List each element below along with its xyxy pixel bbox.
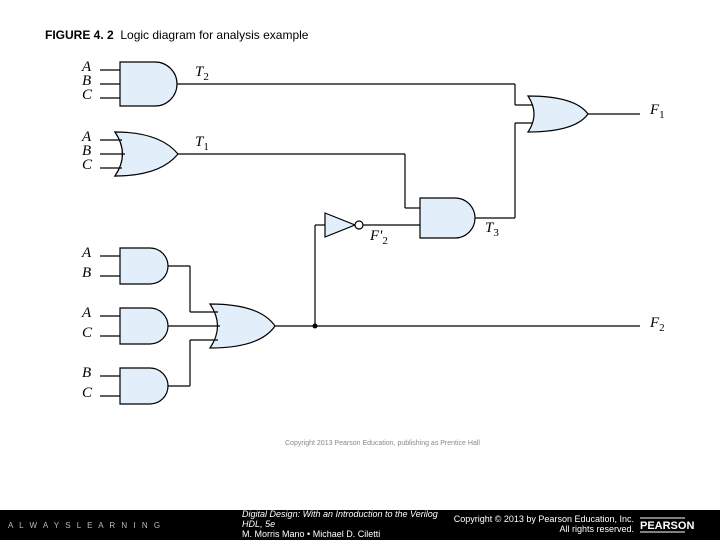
figure-number: FIGURE 4. 2 (45, 28, 114, 42)
figure-caption: FIGURE 4. 2 Logic diagram for analysis e… (45, 28, 308, 42)
page: FIGURE 4. 2 Logic diagram for analysis e… (0, 0, 720, 540)
gate-or3-f2 (168, 266, 275, 386)
label-g1-in-c: C (82, 87, 92, 104)
logic-diagram: A B C A B C A B A C B C T2 T1 F'2 T3 F1 … (60, 50, 680, 460)
gate-and2-bc (100, 368, 168, 404)
gate-and2-ab (100, 248, 168, 284)
footer-book: Digital Design: With an Introduction to … (162, 510, 454, 540)
junction-dot (313, 324, 318, 329)
gate-not-f2p (315, 213, 363, 237)
label-g3-in-a: A (82, 245, 91, 262)
label-f2p: F'2 (370, 228, 388, 247)
gate-and2-ac (100, 308, 168, 344)
footer: A L W A Y S L E A R N I N G Digital Desi… (0, 510, 720, 540)
copyright-line1: Copyright © 2013 by Pearson Education, I… (454, 514, 634, 524)
label-t3: T3 (485, 220, 499, 239)
label-t1: T1 (195, 134, 209, 153)
label-g5-in-b: B (82, 365, 91, 382)
copyright-line2: All rights reserved. (559, 524, 634, 534)
always-learning: A L W A Y S L E A R N I N G (8, 521, 162, 530)
footer-copyright: Copyright © 2013 by Pearson Education, I… (454, 515, 640, 535)
inline-copyright: Copyright 2013 Pearson Education, publis… (285, 440, 480, 447)
label-g3-in-b: B (82, 265, 91, 282)
gate-and3-t2 (100, 62, 177, 106)
label-t2: T2 (195, 64, 209, 83)
gate-and2-t3 (420, 198, 475, 238)
label-g2-in-c: C (82, 157, 92, 174)
pearson-logo: PEARSON (640, 514, 720, 536)
book-authors: M. Morris Mano • Michael D. Ciletti (242, 529, 380, 539)
svg-text:PEARSON: PEARSON (640, 520, 694, 532)
book-edition: , 5e (260, 519, 275, 529)
diagram-svg (60, 50, 680, 460)
label-g5-in-c: C (82, 385, 92, 402)
gate-or2-f1 (528, 96, 588, 132)
label-g4-in-a: A (82, 305, 91, 322)
label-g4-in-c: C (82, 325, 92, 342)
figure-title: Logic diagram for analysis example (120, 28, 308, 42)
label-f1: F1 (650, 102, 665, 121)
label-f2: F2 (650, 315, 665, 334)
gate-or3-t1 (100, 132, 178, 176)
